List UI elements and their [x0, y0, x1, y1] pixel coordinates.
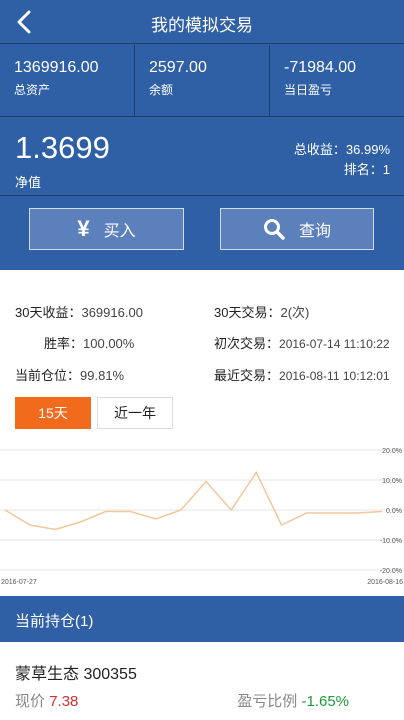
stats-row: 1369916.00 总资产 2597.00 余额 -71984.00 当日盈亏 [0, 45, 404, 117]
x-tick-label-end: 2016-08-16 [367, 579, 403, 586]
return-series-line [4, 470, 383, 531]
stat-label: 总资产 [14, 83, 51, 97]
win-rate-key: 胜率： [44, 336, 84, 351]
profit-loss-ratio: 盈亏比例 -1.65% [237, 690, 349, 711]
net-value-label: 净值 [15, 175, 42, 190]
recent-trade-key: 最近交易： [214, 368, 280, 383]
total-return: 总收益：36.99% [293, 142, 390, 157]
holdings-header[interactable]: 当前持仓(1) [0, 596, 404, 642]
first-trade-value: 2016-07-14 11:10:22 [279, 337, 390, 351]
stat-total-assets: 1369916.00 总资产 [0, 45, 135, 116]
tab-15-days[interactable]: 15天 [15, 397, 91, 429]
y-tick-label: -20.0% [380, 568, 402, 575]
current-price: 现价 7.38 [15, 690, 78, 711]
page-title: 我的模拟交易 [151, 16, 253, 35]
win-rate-value: 100.00% [83, 336, 135, 351]
trades-30d: 30天交易：2(次) [214, 302, 309, 321]
stat-value: 1369916.00 [14, 59, 99, 76]
holdings-title: 当前持仓(1) [15, 613, 94, 630]
trades-30d-value: 2(次) [280, 305, 310, 320]
yen-icon: ¥ [77, 216, 90, 241]
return-chart-svg: 20.0% 10.0% 0.0% -10.0% -20.0% 2016-07-27 2016… [0, 448, 404, 586]
current-position: 当前仓位：99.81% [15, 365, 124, 384]
stat-daily-pl: -71984.00 当日盈亏 [270, 45, 404, 116]
summary: 总收益：36.99% 排名：1 [294, 140, 390, 180]
stat-balance: 2597.00 余额 [135, 45, 270, 116]
return-30d-key: 30天收益： [15, 305, 82, 320]
net-value: 1.3699 [15, 130, 110, 165]
stat-value: -71984.00 [284, 59, 357, 76]
price-value: 7.38 [49, 693, 79, 710]
pl-value: -1.65% [301, 693, 349, 710]
pl-label: 盈亏比例 [237, 693, 298, 710]
current-position-key: 当前仓位： [15, 368, 81, 383]
x-tick-label-start: 2016-07-27 [1, 579, 37, 586]
win-rate: 胜率：100.00% [44, 333, 134, 352]
stat-label: 余额 [149, 83, 174, 97]
query-label: 查询 [298, 223, 331, 240]
y-tick-label: -10.0% [380, 538, 402, 545]
action-buttons: ¥ 买入 查询 [0, 197, 404, 270]
y-tick-label: 0.0% [386, 508, 402, 515]
price-label: 现价 [15, 693, 46, 710]
stock-name[interactable]: 蒙草生态 300355 [15, 660, 137, 684]
recent-trade-value: 2016-08-11 10:12:01 [279, 369, 390, 383]
header: 我的模拟交易 1369916.00 总资产 2597.00 余额 -71984.… [0, 0, 404, 270]
first-trade: 初次交易：2016-07-14 11:10:22 [214, 333, 390, 352]
return-chart: 20.0% 10.0% 0.0% -10.0% -20.0% 2016-07-27 2016… [0, 440, 404, 588]
buy-button[interactable]: ¥ 买入 [29, 208, 184, 250]
return-30d-value: 369916.00 [81, 305, 143, 320]
stat-label: 当日盈亏 [284, 83, 333, 97]
recent-trade: 最近交易：2016-08-11 10:12:01 [214, 365, 390, 384]
search-icon [263, 219, 285, 240]
first-trade-key: 初次交易： [214, 336, 280, 351]
buy-label: 买入 [103, 223, 136, 240]
net-value-panel: 1.3699 净值 总收益：36.99% 排名：1 [0, 118, 404, 196]
y-tick-label: 20.0% [382, 448, 402, 455]
stat-value: 2597.00 [149, 59, 207, 76]
navbar: 我的模拟交易 [0, 0, 404, 44]
return-30d: 30天收益：369916.00 [15, 302, 143, 321]
rank: 排名：1 [343, 162, 390, 177]
y-tick-label: 10.0% [382, 478, 402, 485]
tab-one-year[interactable]: 近一年 [97, 397, 173, 429]
current-position-value: 99.81% [80, 368, 125, 383]
trades-30d-key: 30天交易： [214, 305, 281, 320]
query-button[interactable]: 查询 [220, 208, 374, 250]
